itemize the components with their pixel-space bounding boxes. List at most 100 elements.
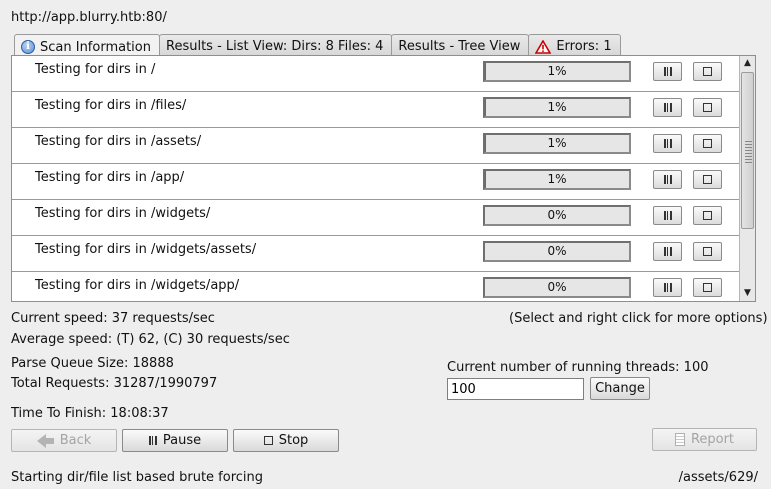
row-pause-button[interactable] — [653, 170, 682, 189]
scan-row-label: Testing for dirs in /widgets/app/ — [35, 278, 240, 293]
status-current-path: /assets/629/ — [678, 470, 758, 485]
change-button[interactable]: Change — [590, 377, 650, 400]
scan-progress-bar: 1% — [483, 169, 631, 190]
progress-text: 0% — [547, 244, 567, 258]
tab-results-tree-view[interactable]: Results - Tree View — [391, 34, 530, 56]
scan-row-label: Testing for dirs in / — [35, 62, 156, 77]
scan-row[interactable]: Testing for dirs in /widgets/0% — [12, 200, 739, 236]
options-hint: (Select and right click for more options… — [509, 311, 768, 326]
progress-text: 1% — [547, 136, 567, 150]
stop-icon — [703, 175, 712, 184]
row-stop-button[interactable] — [693, 134, 722, 153]
row-pause-button[interactable] — [653, 278, 682, 297]
row-stop-button[interactable] — [693, 206, 722, 225]
info-icon: i — [21, 40, 35, 54]
stop-icon — [703, 247, 712, 256]
row-pause-button[interactable] — [653, 98, 682, 117]
pause-icon — [663, 103, 672, 112]
tab-results-list-view[interactable]: Results - List View: Dirs: 8 Files: 4 — [159, 34, 393, 56]
scan-row-label: Testing for dirs in /widgets/assets/ — [35, 242, 257, 257]
scroll-down-arrow-icon[interactable]: ▼ — [740, 286, 755, 301]
stop-icon — [703, 103, 712, 112]
row-stop-button[interactable] — [693, 278, 722, 297]
progress-text: 1% — [547, 64, 567, 78]
scan-progress-bar: 1% — [483, 61, 631, 82]
progress-fill — [485, 63, 487, 80]
pause-icon — [663, 67, 672, 76]
time-to-finish: Time To Finish: 18:08:37 — [11, 406, 169, 421]
stop-icon — [703, 211, 712, 220]
row-pause-button[interactable] — [653, 62, 682, 81]
target-url: http://app.blurry.htb:80/ — [11, 10, 167, 25]
status-message: Starting dir/file list based brute forci… — [11, 470, 264, 485]
pause-icon — [663, 283, 672, 292]
scan-progress-bar: 1% — [483, 133, 631, 154]
parse-queue-size: Parse Queue Size: 18888 — [11, 356, 174, 371]
pause-button-label: Pause — [162, 433, 202, 448]
pause-icon — [148, 436, 157, 445]
scroll-up-arrow-icon[interactable]: ▲ — [740, 56, 755, 71]
progress-text: 0% — [547, 280, 567, 294]
row-pause-button[interactable] — [653, 242, 682, 261]
report-button-label: Report — [690, 432, 735, 447]
scan-row-label: Testing for dirs in /files/ — [35, 98, 187, 113]
back-button[interactable]: Back — [11, 429, 117, 452]
row-stop-button[interactable] — [693, 98, 722, 117]
scan-row[interactable]: Testing for dirs in /files/1% — [12, 92, 739, 128]
row-stop-button[interactable] — [693, 170, 722, 189]
average-speed: Average speed: (T) 62, (C) 30 requests/s… — [11, 332, 290, 347]
progress-fill — [485, 135, 487, 152]
pause-button[interactable]: Pause — [122, 429, 228, 452]
tab-scan-information[interactable]: i Scan Information — [14, 34, 160, 57]
scan-progress-bar: 1% — [483, 97, 631, 118]
vertical-scrollbar[interactable]: ▲ ▼ — [739, 56, 755, 301]
stop-icon — [703, 67, 712, 76]
row-stop-button[interactable] — [693, 242, 722, 261]
scan-row[interactable]: Testing for dirs in /assets/1% — [12, 128, 739, 164]
stop-button-label: Stop — [278, 433, 309, 448]
tab-label: Results - List View: Dirs: 8 Files: 4 — [166, 39, 384, 54]
tab-bar: i Scan Information Results - List View: … — [14, 34, 621, 57]
scan-row[interactable]: Testing for dirs in /widgets/app/0% — [12, 272, 739, 301]
scan-row[interactable]: Testing for dirs in /app/1% — [12, 164, 739, 200]
scan-progress-bar: 0% — [483, 205, 631, 226]
back-arrow-icon — [36, 433, 54, 448]
scan-row[interactable]: Testing for dirs in /widgets/assets/0% — [12, 236, 739, 272]
progress-fill — [485, 99, 487, 116]
scan-progress-bar: 0% — [483, 277, 631, 298]
change-button-label: Change — [595, 381, 645, 396]
scrollbar-thumb[interactable] — [741, 72, 754, 229]
back-button-label: Back — [59, 433, 92, 448]
row-stop-button[interactable] — [693, 62, 722, 81]
progress-text: 0% — [547, 208, 567, 222]
tab-errors[interactable]: Errors: 1 — [528, 34, 621, 56]
pause-icon — [663, 139, 672, 148]
scan-row-label: Testing for dirs in /app/ — [35, 170, 185, 185]
scan-progress-list: Testing for dirs in /1% Testing for dirs … — [11, 55, 756, 302]
stop-icon — [703, 283, 712, 292]
scan-row-label: Testing for dirs in /widgets/ — [35, 206, 211, 221]
pause-icon — [663, 175, 672, 184]
stop-icon — [263, 436, 273, 445]
stop-button[interactable]: Stop — [233, 429, 339, 452]
tab-label: Scan Information — [40, 39, 151, 55]
scan-row-label: Testing for dirs in /assets/ — [35, 134, 202, 149]
total-requests: Total Requests: 31287/1990797 — [11, 376, 218, 391]
scan-progress-bar: 0% — [483, 241, 631, 262]
scan-row[interactable]: Testing for dirs in / 1% — [12, 56, 739, 92]
report-document-icon — [674, 433, 685, 446]
stop-icon — [703, 139, 712, 148]
threads-label: Current number of running threads: 100 — [447, 360, 709, 375]
pause-icon — [663, 211, 672, 220]
tab-label: Errors: 1 — [556, 39, 612, 54]
threads-input[interactable] — [447, 378, 584, 400]
report-button[interactable]: Report — [652, 428, 757, 451]
error-warning-icon — [535, 39, 552, 54]
current-speed: Current speed: 37 requests/sec — [11, 311, 215, 326]
pause-icon — [663, 247, 672, 256]
progress-text: 1% — [547, 172, 567, 186]
progress-fill — [485, 171, 487, 188]
row-pause-button[interactable] — [653, 134, 682, 153]
progress-text: 1% — [547, 100, 567, 114]
row-pause-button[interactable] — [653, 206, 682, 225]
